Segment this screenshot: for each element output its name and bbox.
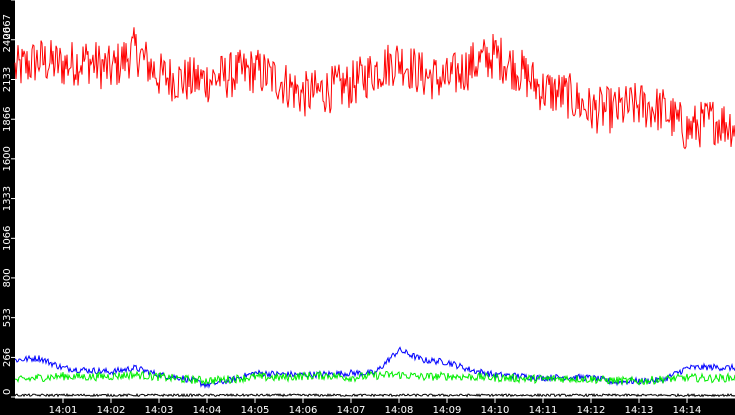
y-tick-label: 1866 [2,107,13,132]
x-tick-label: 14:02 [97,405,126,415]
x-tick-label: 14:03 [145,405,174,415]
y-tick-label: 2667 [2,14,13,39]
y-tick-label: 0 [2,389,13,395]
x-tick-label: 14:14 [673,405,702,415]
line-chart: 02665338001066133316001866213324002667 1… [0,0,735,415]
x-tick-label: 14:04 [193,405,222,415]
x-tick-label: 14:09 [433,405,462,415]
y-tick-label: 1066 [2,226,13,251]
x-tick-label: 14:06 [289,405,318,415]
y-tick-label: 533 [2,308,13,327]
y-tick-label: 800 [2,268,13,287]
x-tick-label: 14:12 [577,405,606,415]
x-tick-label: 14:11 [529,405,558,415]
x-tick-label: 14:08 [385,405,414,415]
y-tick-label: 2133 [2,67,13,92]
x-tick-label: 14:07 [337,405,366,415]
x-tick-label: 14:05 [241,405,270,415]
y-tick-label: 1600 [2,146,13,171]
y-tick-label: 1333 [2,186,13,211]
y-tick-label: 266 [2,348,13,367]
x-tick-label: 14:01 [49,405,78,415]
x-tick-label: 14:10 [481,405,510,415]
x-tick-label: 14:13 [625,405,654,415]
